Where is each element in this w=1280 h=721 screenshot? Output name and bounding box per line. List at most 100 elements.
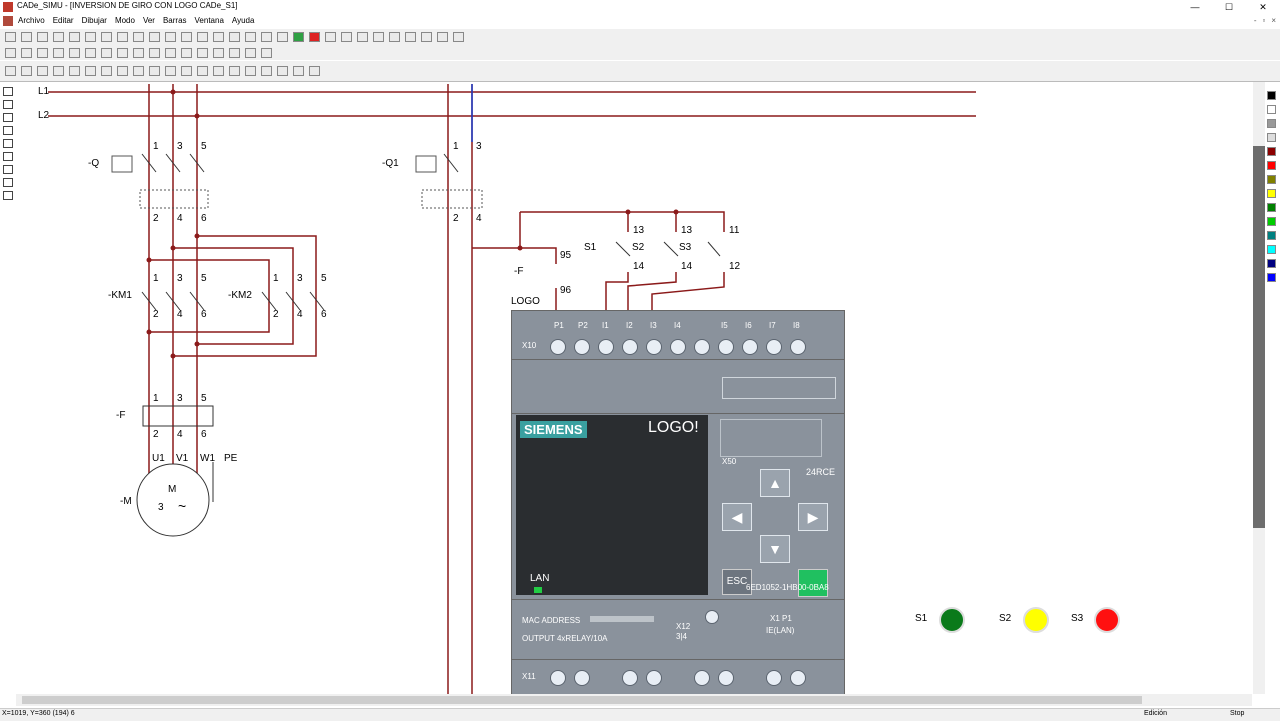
component-source-icon[interactable] — [5, 47, 16, 58]
color-olive[interactable] — [1267, 175, 1276, 184]
wire-layer-icon[interactable] — [213, 66, 224, 76]
zoom-all-icon[interactable] — [181, 32, 192, 42]
component-motor-icon[interactable] — [85, 47, 96, 58]
horizontal-scrollbar[interactable] — [16, 694, 1252, 706]
wire-red-icon[interactable] — [69, 66, 80, 76]
cut-icon[interactable] — [69, 32, 80, 42]
left-key[interactable]: ◀ — [722, 503, 752, 531]
menu-ver[interactable]: Ver — [143, 16, 155, 25]
horizontal-scroll-thumb[interactable] — [22, 696, 1142, 704]
wire-dash-icon[interactable] — [245, 66, 256, 76]
component-terminal-icon[interactable] — [197, 47, 208, 58]
wire-horizontal-icon[interactable] — [117, 66, 128, 76]
mdi-restore-button[interactable]: ▫ — [1262, 16, 1265, 25]
wire-bundle-icon[interactable] — [181, 66, 192, 76]
terminal-q2-1[interactable] — [622, 670, 638, 686]
menu-ventana[interactable]: Ventana — [195, 16, 224, 25]
print-icon[interactable] — [53, 32, 64, 42]
select-window-icon[interactable] — [357, 32, 368, 42]
terminal-i8[interactable] — [766, 339, 782, 355]
rotate-icon[interactable] — [245, 32, 256, 42]
color-cyan[interactable] — [1267, 245, 1276, 254]
terminal-q4-1[interactable] — [766, 670, 782, 686]
lamp-s3[interactable] — [1094, 607, 1120, 633]
menu-barras[interactable]: Barras — [163, 16, 187, 25]
terminal-q1-2[interactable] — [574, 670, 590, 686]
color-darkred[interactable] — [1267, 147, 1276, 156]
magnify-icon[interactable] — [389, 32, 400, 42]
wire-terminal-icon[interactable] — [261, 66, 272, 76]
wire-three-phase-icon[interactable] — [165, 66, 176, 76]
redo-icon[interactable] — [229, 32, 240, 42]
component-cable-icon[interactable] — [213, 47, 224, 58]
step-icon[interactable] — [341, 32, 352, 42]
pause-icon[interactable] — [325, 32, 336, 42]
color-black[interactable] — [1267, 91, 1276, 100]
terminal-q3-1[interactable] — [694, 670, 710, 686]
wire-node-icon[interactable] — [149, 66, 160, 76]
component-sensor-icon[interactable] — [181, 47, 192, 58]
terminal-i5[interactable] — [694, 339, 710, 355]
terminal-p2[interactable] — [574, 339, 590, 355]
grid-icon[interactable] — [197, 32, 208, 42]
minimize-button[interactable]: — — [1178, 0, 1212, 14]
wire-junction-icon[interactable] — [21, 66, 32, 76]
down-key[interactable]: ▼ — [760, 535, 790, 563]
rectangle-icon[interactable] — [3, 113, 13, 122]
undo-icon[interactable] — [213, 32, 224, 42]
wire-cross-icon[interactable] — [5, 66, 16, 76]
component-misc-icon[interactable] — [261, 47, 272, 58]
copy-icon[interactable] — [85, 32, 96, 42]
color-gray[interactable] — [1267, 119, 1276, 128]
color-red[interactable] — [1267, 161, 1276, 170]
ellipse-icon[interactable] — [3, 152, 13, 161]
wire-loop-icon[interactable] — [309, 66, 320, 76]
terminal-q2-2[interactable] — [646, 670, 662, 686]
menu-modo[interactable]: Modo — [115, 16, 135, 25]
zoom-icon[interactable] — [117, 32, 128, 42]
terminal-i6[interactable] — [718, 339, 734, 355]
mdi-close-button[interactable]: × — [1271, 16, 1276, 25]
paste-icon[interactable] — [101, 32, 112, 42]
right-key[interactable]: ▶ — [798, 503, 828, 531]
color-lightgray[interactable] — [1267, 133, 1276, 142]
menu-dibujar[interactable]: Dibujar — [82, 16, 107, 25]
wire-blue-icon[interactable] — [85, 66, 96, 76]
play-icon[interactable] — [293, 32, 304, 42]
line-icon[interactable] — [3, 100, 13, 109]
open-folder-icon[interactable] — [21, 32, 32, 42]
text-icon[interactable] — [3, 191, 13, 200]
color-yellow[interactable] — [1267, 189, 1276, 198]
terminal-q1-1[interactable] — [550, 670, 566, 686]
zoom-out-icon[interactable] — [165, 32, 176, 42]
schematic-canvas[interactable]: L1 L2 -Q 1 3 5 2 4 6 -KM1 1 3 5 2 4 6 -K… — [16, 82, 1252, 694]
wire-ground-icon[interactable] — [133, 66, 144, 76]
terminal-i3[interactable] — [646, 339, 662, 355]
save-icon[interactable] — [37, 32, 48, 42]
circle-icon[interactable] — [3, 126, 13, 135]
up-key[interactable]: ▲ — [760, 469, 790, 497]
wire-bus-icon[interactable] — [53, 66, 64, 76]
color-darkgreen[interactable] — [1267, 203, 1276, 212]
mdi-minimize-button[interactable]: - — [1254, 16, 1257, 25]
terminal-i7[interactable] — [742, 339, 758, 355]
terminal-i2[interactable] — [622, 339, 638, 355]
magnify-plus-icon[interactable] — [405, 32, 416, 42]
pencil-icon[interactable] — [3, 178, 13, 187]
color-blue[interactable] — [1267, 273, 1276, 282]
color-teal[interactable] — [1267, 231, 1276, 240]
terminal-q4-2[interactable] — [790, 670, 806, 686]
component-button-icon[interactable] — [117, 47, 128, 58]
wire-control-icon[interactable] — [229, 66, 240, 76]
terminal-i1[interactable] — [598, 339, 614, 355]
logo-plc[interactable]: P1 P2 I1 I2 I3 I4 I5 I6 I7 I8 X10 SIEMEN… — [511, 310, 845, 694]
pointer-icon[interactable] — [3, 87, 13, 96]
component-switch-icon[interactable] — [101, 47, 112, 58]
menu-ayuda[interactable]: Ayuda — [232, 16, 255, 25]
close-button[interactable]: ✕ — [1246, 0, 1280, 14]
terminal-m[interactable] — [790, 339, 806, 355]
mirror-icon[interactable] — [261, 32, 272, 42]
terminal-p1[interactable] — [550, 339, 566, 355]
wire-tee-icon[interactable] — [37, 66, 48, 76]
align-icon[interactable] — [277, 32, 288, 42]
